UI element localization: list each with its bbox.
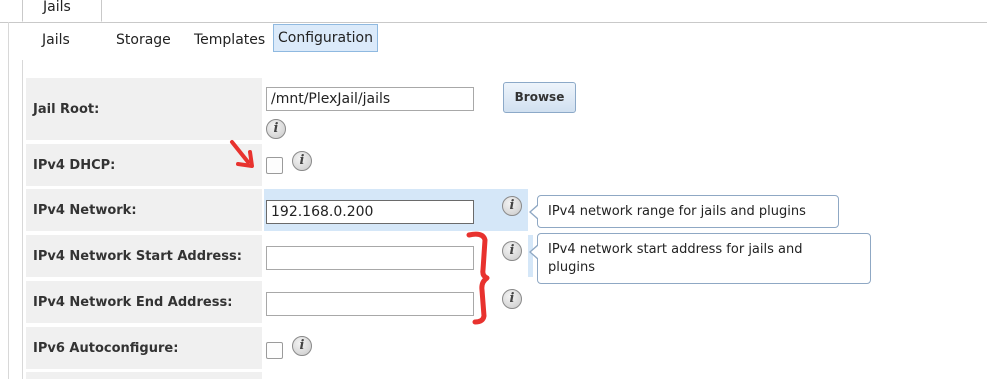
subtab-templates[interactable]: Templates [194,28,265,54]
ipv4-network-tooltip: IPv4 network range for jails and plugins [529,195,839,228]
ipv4-start-label-text: IPv4 Network Start Address: [33,248,242,264]
top-tab-bar [0,0,987,23]
subtab-configuration[interactable]: Configuration [273,24,378,52]
ipv4-end-label: IPv4 Network End Address: [26,281,262,323]
ipv4-end-label-text: IPv4 Network End Address: [33,294,233,310]
ipv4-dhcp-label: IPv4 DHCP: [26,144,262,186]
info-icon[interactable]: i [292,336,312,356]
ipv4-end-input[interactable] [266,292,474,316]
ipv4-start-tooltip-line2: plugins [548,260,595,275]
tab-jails-main[interactable]: Jails [22,0,102,22]
content-left-border [22,60,23,379]
ipv6-auto-label-text: IPv6 Autoconfigure: [33,340,179,356]
ipv4-network-input[interactable] [266,200,474,224]
ipv4-dhcp-label-text: IPv4 DHCP: [33,157,116,173]
ipv4-dhcp-checkbox[interactable] [266,157,283,174]
jail-root-label: Jail Root: [26,78,262,140]
info-icon[interactable]: i [266,119,286,139]
left-divider [8,22,9,379]
info-icon[interactable]: i [292,151,312,171]
ipv4-start-input[interactable] [266,246,474,270]
ipv6-auto-label: IPv6 Autoconfigure: [26,327,262,369]
jail-root-label-text: Jail Root: [33,101,100,117]
ipv6-auto-checkbox[interactable] [266,342,283,359]
info-icon[interactable]: i [502,241,522,261]
ipv4-network-label: IPv4 Network: [26,189,262,231]
info-icon[interactable]: i [502,289,522,309]
ipv4-start-label: IPv4 Network Start Address: [26,235,262,277]
ipv4-network-tooltip-text: IPv4 network range for jails and plugins [548,204,806,219]
ipv4-network-label-text: IPv4 Network: [33,202,137,218]
browse-button[interactable]: Browse [503,82,576,113]
red-bracket [466,231,490,325]
subtab-jails[interactable]: Jails [42,28,70,54]
next-row-label [26,372,262,379]
subtab-storage[interactable]: Storage [116,28,171,54]
ipv4-start-tooltip-line1: IPv4 network start address for jails and [548,242,803,257]
info-icon[interactable]: i [502,196,522,216]
red-arrow [230,140,254,168]
ipv4-start-tooltip: IPv4 network start address for jails and… [529,233,871,284]
jail-root-input[interactable] [266,87,474,111]
